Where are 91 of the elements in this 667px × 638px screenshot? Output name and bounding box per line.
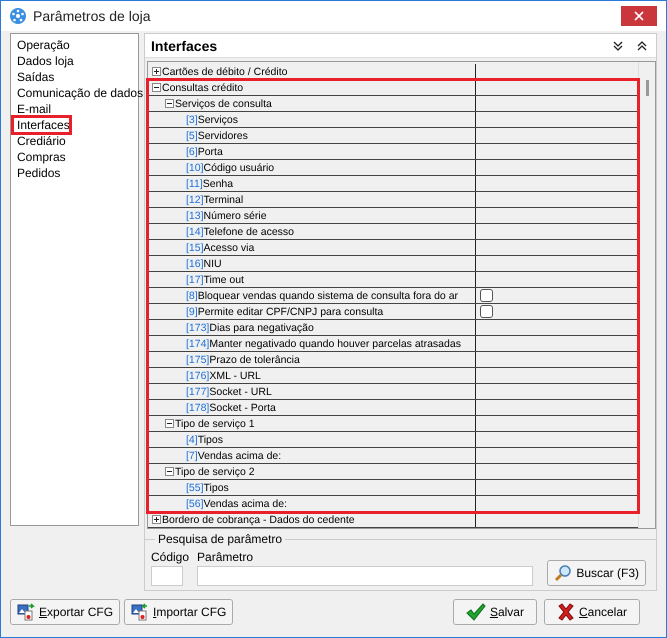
collapse-icon[interactable]	[165, 419, 174, 428]
parameter-code: [3]	[186, 114, 198, 126]
parameter-code: [16]	[186, 258, 204, 270]
group-label: Cartões de débito / Crédito	[162, 66, 288, 78]
parameter-code: [55]	[186, 482, 204, 494]
checkbox[interactable]	[480, 289, 493, 302]
parameter-label: Vendas acima de:	[198, 450, 282, 462]
document-transfer-icon	[131, 603, 150, 621]
window-title: Parâmetros de loja	[33, 8, 152, 24]
parameter-field[interactable]	[197, 566, 534, 586]
field-label: Código	[151, 550, 190, 564]
expand-icon[interactable]	[152, 67, 161, 76]
parameter-label: Permite editar CPF/CNPJ para consulta	[198, 306, 384, 318]
parameter-label: Acesso via	[204, 242, 254, 254]
parameter-code: [5]	[186, 130, 198, 142]
parameter-label: Prazo de tolerância	[209, 354, 300, 366]
parameter-label: Servidores	[198, 130, 248, 142]
parameter-code: [178]	[186, 402, 210, 414]
parameter-code: [6]	[186, 146, 198, 158]
checkbox[interactable]	[480, 305, 493, 318]
collapse-all-icon[interactable]	[612, 40, 624, 52]
parameter-code: [56]	[186, 498, 204, 510]
parameter-label: Tipos	[204, 482, 229, 494]
group-label: Tipo de serviço 1	[175, 418, 255, 430]
parameter-label: Código usuário	[204, 162, 274, 174]
collapse-icon[interactable]	[165, 467, 174, 476]
sidebar-item[interactable]: Dados loja	[13, 53, 74, 69]
parameter-label: Socket - Porta	[209, 402, 276, 414]
parameter-label: Terminal	[204, 194, 244, 206]
parameter-label: Tipos	[198, 434, 223, 446]
parameter-code: [174]	[186, 338, 210, 350]
parameter-label: Time out	[204, 274, 244, 286]
sidebar-item[interactable]: Operação	[13, 37, 70, 53]
save-button[interactable]: Salvar	[452, 599, 537, 625]
parameter-label: Número série	[204, 210, 267, 222]
collapse-icon[interactable]	[152, 83, 161, 92]
parameter-label: Manter negativado quando houver parcelas atrasadas	[209, 338, 461, 350]
parameter-label: Serviços	[198, 114, 238, 126]
parameter-code: [15]	[186, 242, 204, 254]
parameter-code: [173]	[186, 322, 210, 334]
sidebar-item[interactable]: E-mail	[13, 101, 52, 117]
parameter-label: Dias para negativação	[209, 322, 314, 334]
cancel-button[interactable]: Cancelar	[544, 599, 640, 625]
parameter-code: [12]	[186, 194, 204, 206]
close-button[interactable]	[621, 6, 657, 26]
parameter-code: [11]	[186, 178, 203, 190]
search-icon	[554, 564, 572, 582]
parameter-label: Socket - URL	[209, 386, 272, 398]
parameter-label: Porta	[198, 146, 223, 158]
document-transfer-icon	[17, 603, 35, 621]
parameter-code: [4]	[186, 434, 198, 446]
field-label: Parâmetro	[197, 550, 254, 564]
sidebar-item[interactable]: Compras	[13, 149, 66, 165]
parameter-label: XML - URL	[209, 370, 261, 382]
cross-icon	[556, 603, 575, 621]
group-label: Tipo de serviço 2	[175, 466, 255, 478]
group-title: Pesquisa de parâmetro	[155, 532, 286, 546]
parameter-label: Bloquear vendas quando sistema de consulta fora do ar	[198, 290, 458, 302]
parameter-code: [176]	[186, 370, 210, 382]
collapse-icon[interactable]	[165, 99, 174, 108]
sidebar-item[interactable]: Comunicação de dados	[13, 85, 144, 101]
app-icon	[9, 7, 27, 25]
parameter-code: [10]	[186, 162, 204, 174]
sidebar-item[interactable]: Saídas	[13, 69, 54, 85]
parameter-code: [175]	[186, 354, 210, 366]
parameter-label: NIU	[204, 258, 222, 270]
sidebar-item[interactable]: Crediário	[13, 133, 66, 149]
parameter-label: Senha	[202, 178, 234, 190]
parameter-code: [177]	[186, 386, 210, 398]
group-label: Consultas crédito	[162, 82, 244, 94]
parameter-label: Telefone de acesso	[204, 226, 294, 238]
parameter-code: [14]	[186, 226, 204, 238]
code-field[interactable]	[151, 566, 183, 586]
group-label: Serviços de consulta	[175, 98, 272, 110]
group-label: Bordero de cobrança - Dados do cedente	[162, 514, 355, 526]
parameter-code: [13]	[186, 210, 204, 222]
import-button[interactable]: Importar CFG	[124, 599, 234, 625]
expand-icon[interactable]	[152, 515, 161, 524]
expand-all-icon[interactable]	[636, 40, 648, 52]
search-button[interactable]: Buscar (F3)	[547, 560, 646, 586]
parameter-code: [8]	[186, 290, 198, 302]
sidebar-item[interactable]: Pedidos	[13, 165, 60, 181]
parameter-code: [7]	[186, 450, 198, 462]
parameter-code: [9]	[186, 306, 198, 318]
parameter-label: Vendas acima de:	[204, 498, 287, 510]
checkmark-icon	[466, 603, 486, 621]
sidebar-item[interactable]: Interfaces	[13, 117, 70, 133]
close-icon	[634, 11, 644, 21]
panel-title: Interfaces	[151, 38, 218, 54]
export-button[interactable]: Exportar CFG	[10, 599, 120, 625]
parameter-code: [17]	[186, 274, 204, 286]
